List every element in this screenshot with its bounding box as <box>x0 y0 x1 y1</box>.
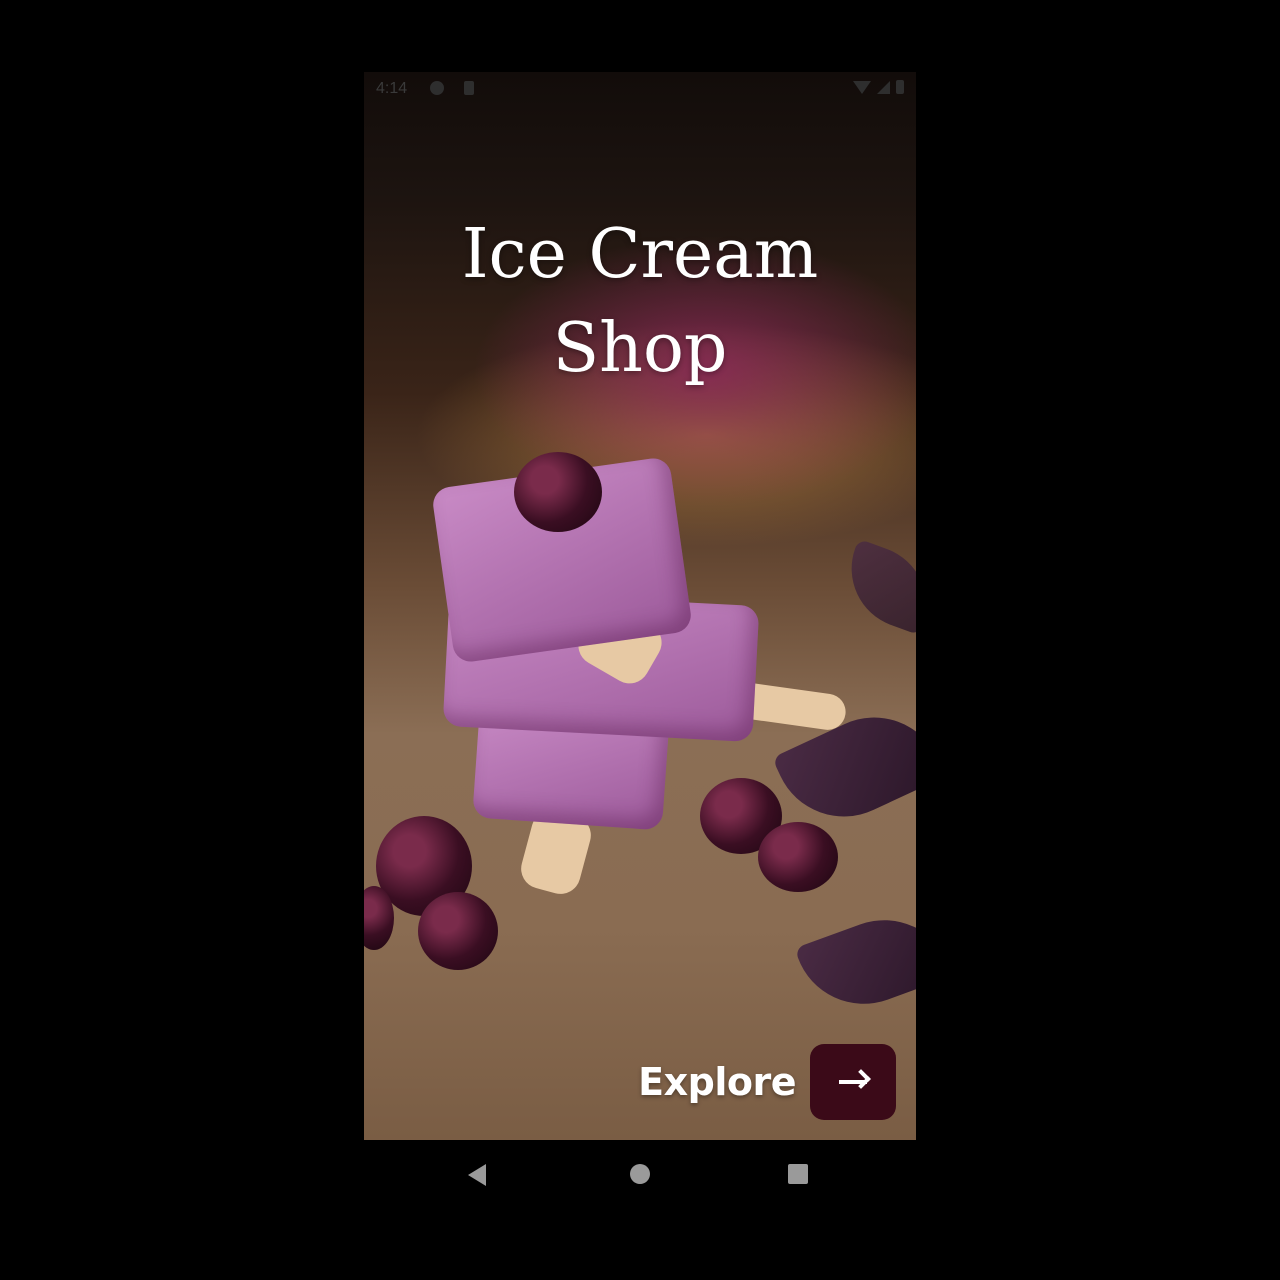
title-line-1: Ice Cream <box>461 215 819 294</box>
status-bar: 4:14 <box>364 72 916 106</box>
system-navigation-bar <box>364 1140 916 1210</box>
status-indicators <box>853 80 904 94</box>
app-notification-icon <box>430 81 444 95</box>
blackberry <box>758 822 838 892</box>
sim-card-icon <box>464 81 474 95</box>
status-time: 4:14 <box>376 80 408 97</box>
leaf-decoration <box>794 900 916 1024</box>
leaf-decoration <box>834 538 916 636</box>
recents-icon[interactable] <box>788 1164 808 1184</box>
explore-label[interactable]: Explore <box>638 1060 796 1104</box>
home-icon[interactable] <box>630 1164 650 1184</box>
explore-action[interactable]: Explore <box>638 1044 896 1120</box>
blackberry <box>418 892 498 970</box>
battery-icon <box>896 80 904 94</box>
explore-button[interactable] <box>810 1044 896 1120</box>
signal-icon <box>877 80 890 94</box>
app-screen: 4:14 Ice Cream Shop Explore <box>364 72 916 1140</box>
arrow-right-icon <box>839 1080 867 1084</box>
blackberry <box>514 452 602 532</box>
back-icon[interactable] <box>468 1164 486 1186</box>
title-line-2: Shop <box>552 309 728 388</box>
page-title: Ice Cream Shop <box>364 208 916 396</box>
wifi-icon <box>853 80 871 94</box>
